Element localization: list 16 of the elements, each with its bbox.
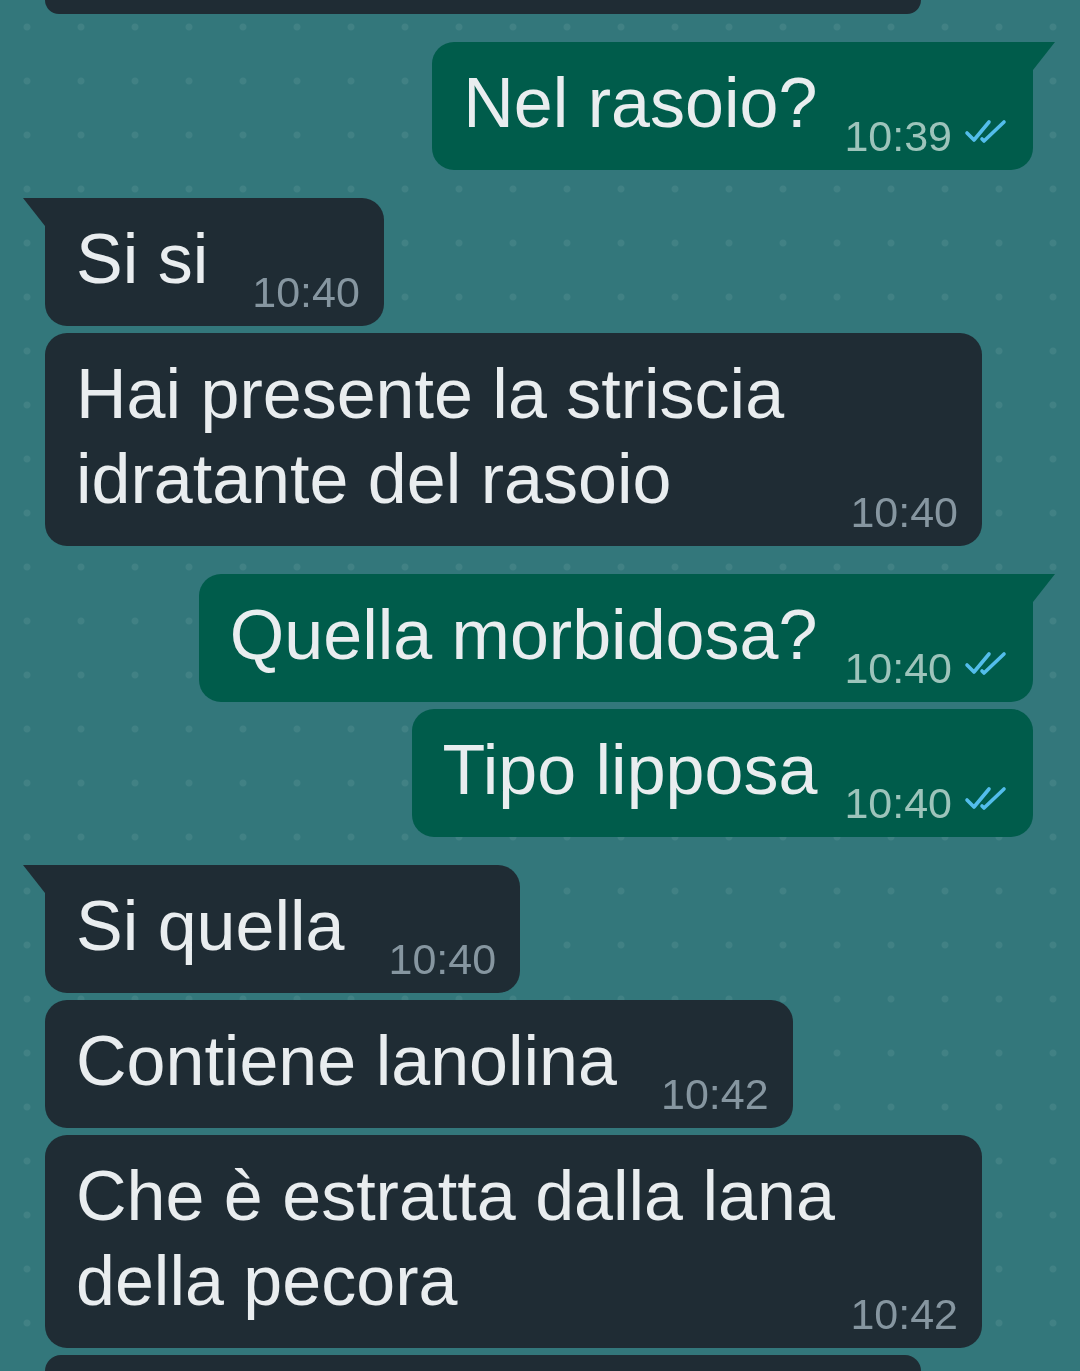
message-text: Contiene lanolina xyxy=(76,1022,617,1100)
message-text: Nel rasoio? xyxy=(463,64,818,142)
message-text: Hai presente la striscia idratante del rasoio xyxy=(76,355,785,518)
message-text: Si quella xyxy=(76,887,345,965)
message-time: 10:40 xyxy=(844,778,952,828)
message-text: Tipo lipposa xyxy=(442,731,818,809)
message-time: 10:39 xyxy=(844,111,952,161)
message-time: 10:40 xyxy=(388,934,497,984)
message-time: 10:40 xyxy=(844,643,952,693)
message-time: 10:40 xyxy=(850,487,958,537)
message-text: Quella morbidosa? xyxy=(229,596,818,674)
message-text: Che è estratta dalla lana della pecora xyxy=(76,1157,835,1320)
message-time: 10:42 xyxy=(850,1289,958,1339)
message-time: 10:42 xyxy=(660,1069,769,1119)
message-text: Si si xyxy=(76,220,209,298)
message-time: 10:40 xyxy=(252,267,360,317)
